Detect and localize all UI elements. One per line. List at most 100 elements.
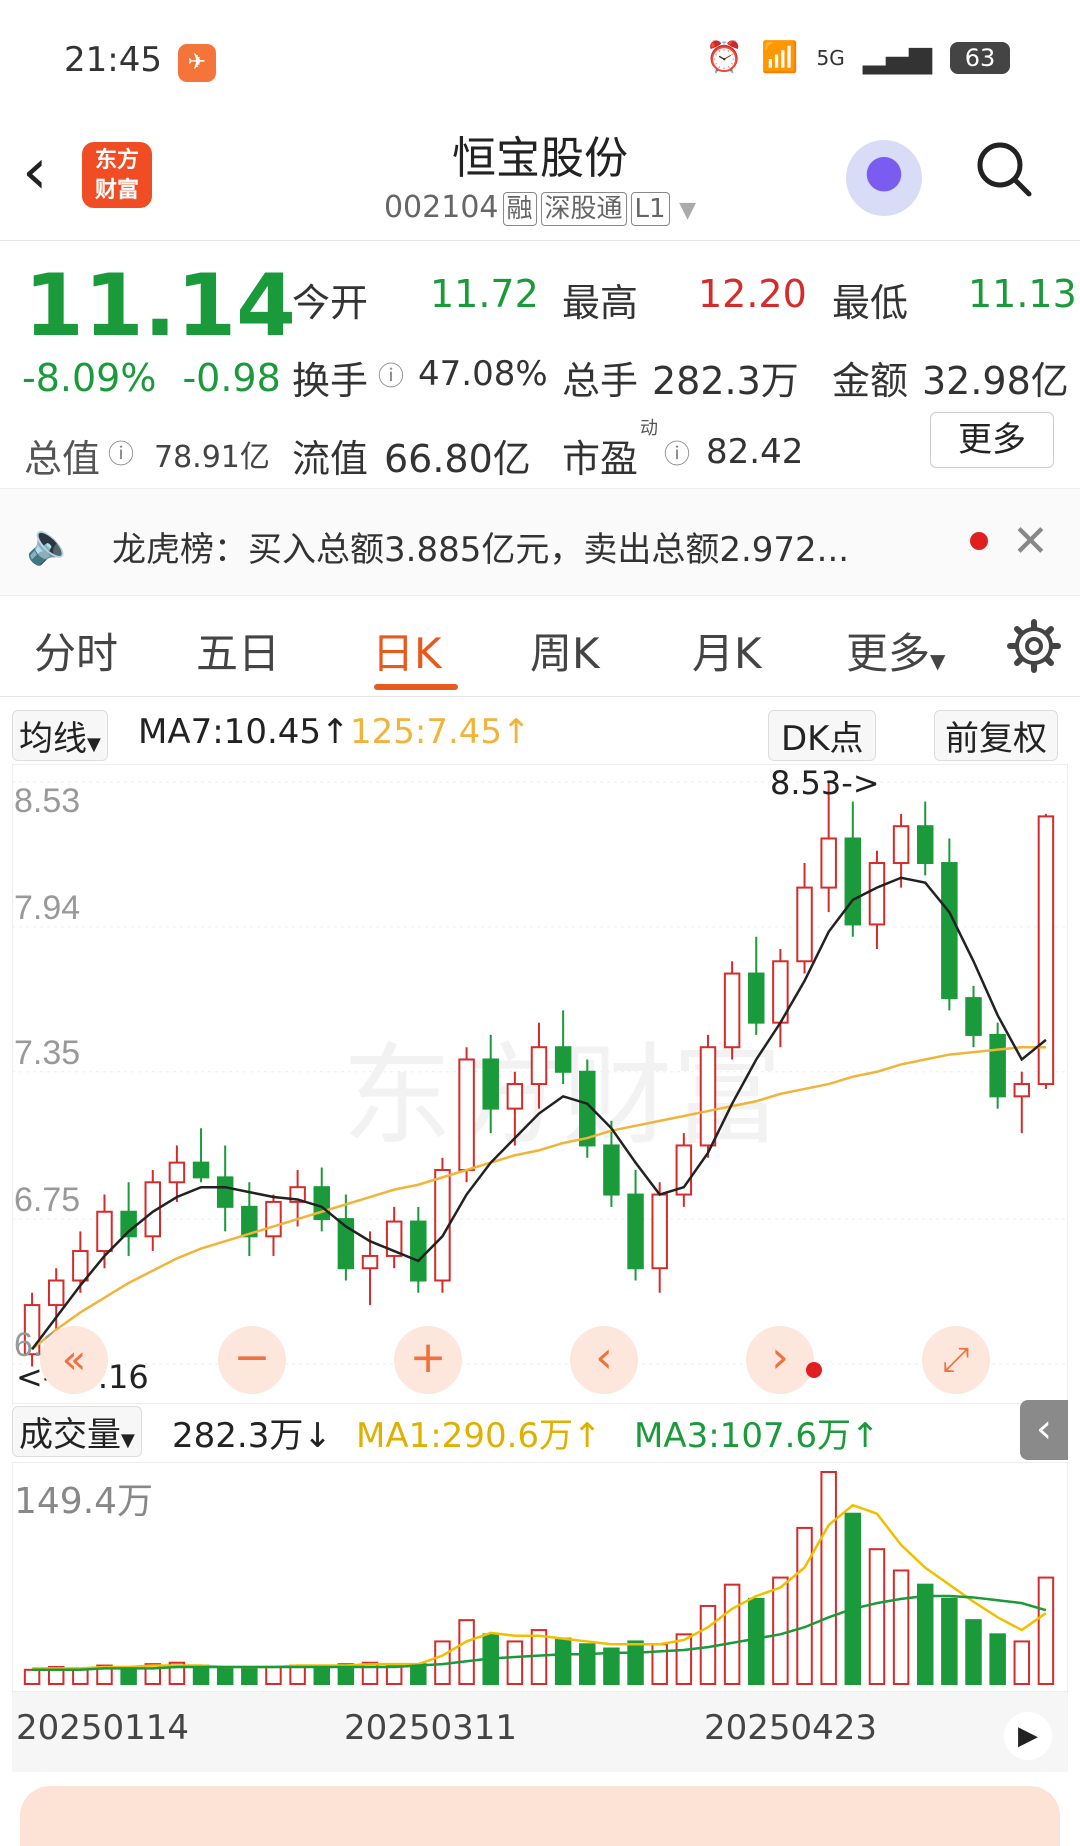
tag-connect: 深股通 [540,192,627,226]
candle-body [506,1083,524,1110]
candle-body [796,886,813,963]
candle-body [723,972,741,1049]
volume-bar [868,1548,886,1685]
candle-body [748,972,765,1024]
volume-bar [796,1526,813,1685]
turnover-value: 47.08% [418,354,548,394]
volume-bar [820,1471,837,1685]
fullscreen-icon[interactable]: ⤢ [922,1326,990,1394]
caret-down-icon: ▼ [121,1430,135,1451]
tab-more-label: 更多 [846,629,931,678]
candle-body [168,1161,186,1184]
volume-bar [579,1643,596,1685]
pe-value: 82.42 [706,432,804,472]
volume-bar [772,1576,789,1685]
tab-five-day[interactable]: 五日 [196,620,280,681]
ma125-label: 125:7.45↑ [350,712,531,752]
volume-bar [627,1640,644,1685]
amount-value: 32.98亿 [922,359,1069,403]
caret-down-icon: ▼ [930,649,946,673]
alarm-icon: ⏰ [705,40,744,75]
lhb-text[interactable]: 龙虎榜：买入总额3.885亿元，卖出总额2.972... [112,522,849,571]
candle-body [361,1254,379,1270]
volume-bar [458,1619,475,1685]
notification-app-icon: ✈ [178,44,216,82]
volume-bar [748,1597,765,1685]
ma-select-label: 均线 [19,719,87,759]
change-value: -0.98 [182,356,281,400]
candle-body [699,1046,717,1147]
tab-weekly-k[interactable]: 周K [530,620,600,681]
volume-select[interactable]: 成交量▼ [12,1406,142,1457]
tag-level: L1 [630,192,670,226]
zoom-in-icon[interactable]: + [394,1326,462,1394]
info-icon[interactable]: ⓘ [664,434,690,471]
info-icon[interactable]: ⓘ [108,434,134,471]
battery-icon: 63 [950,41,1010,74]
bottom-action-bar[interactable] [20,1786,1060,1846]
tab-monthly-k[interactable]: 月K [692,620,762,681]
dk-button[interactable]: DK点 [768,710,877,761]
stock-code-line[interactable]: 002104 融深股通 L1 ▼ [0,190,1080,226]
volume-label: 总手 [562,359,639,403]
info-icon[interactable]: ⓘ [378,356,404,393]
volume-max-label: 149.4万 [14,1481,154,1522]
turnover-label: 换手 [292,359,369,403]
candle-body [820,837,837,889]
alert-dot [806,1362,822,1378]
search-icon[interactable] [975,140,1033,198]
assistant-robot-icon[interactable] [846,140,922,216]
high-label: 最高 [562,281,639,325]
status-time: 21:45 [64,40,162,80]
candle-body [989,1033,1006,1098]
gear-icon[interactable] [1006,618,1062,674]
volume-chart[interactable] [12,1462,1068,1692]
volume-bar [1013,1640,1031,1685]
close-icon[interactable]: ✕ [1012,516,1049,567]
open-label: 今开 [292,281,369,325]
tab-more[interactable]: 更多▼ [846,620,945,681]
candle-body [216,1176,234,1208]
volume-value: 282.3万 [652,359,799,403]
candle-body [96,1210,113,1253]
candle-body [265,1200,282,1238]
zoom-out-icon[interactable]: − [218,1326,286,1394]
float-cap-value: 66.80亿 [384,437,531,481]
collapse-panel-icon[interactable]: ‹ [1020,1400,1068,1460]
status-icons: ⏰ 📶 5G ▂▄▆ 63 [706,40,1010,75]
vma3-label: MA3:107.6万↑ [634,1416,880,1456]
high-annotation: 8.53-> [770,764,880,802]
tab-intraday[interactable]: 分时 [34,620,118,681]
caret-down-icon[interactable]: ▼ [679,198,696,223]
amount-label: 金额 [832,359,909,403]
total-cap-label: 总值 [24,437,101,481]
volume-bar [554,1637,572,1686]
rewind-icon[interactable]: « [40,1326,108,1394]
volume-bar [989,1633,1006,1685]
volume-bar [506,1640,524,1685]
volume-value: 282.3万↓ [172,1416,332,1456]
tab-daily-k[interactable]: 日K [372,620,442,681]
volume-bar [241,1667,258,1686]
volume-bar [844,1512,862,1686]
candle-body [458,1058,475,1172]
volume-bar [965,1619,982,1685]
high-value: 12.20 [698,272,807,316]
volume-bar [23,1668,41,1685]
volume-select-label: 成交量 [19,1415,121,1455]
y-axis-label: 6.75 [14,1181,80,1219]
y-axis-label: 8.53 [14,782,80,820]
chevron-right-icon[interactable]: › [746,1326,814,1394]
ma-select[interactable]: 均线▼ [12,710,108,761]
adjust-button[interactable]: 前复权 [934,710,1058,761]
candle-body [410,1220,427,1282]
candle-body [916,825,934,865]
vma1-label: MA1:290.6万↑ [356,1416,602,1456]
candle-body [47,1279,65,1307]
chevron-left-icon[interactable]: ‹ [570,1326,638,1394]
play-icon[interactable]: ▶ [1004,1712,1052,1760]
candle-body [530,1046,548,1086]
price-change: -8.09% -0.98 [22,356,281,400]
more-quote-button[interactable]: 更多 [930,412,1054,468]
kline-chart[interactable]: 东方财富 8.537.947.356.756.16 [12,764,1068,1404]
